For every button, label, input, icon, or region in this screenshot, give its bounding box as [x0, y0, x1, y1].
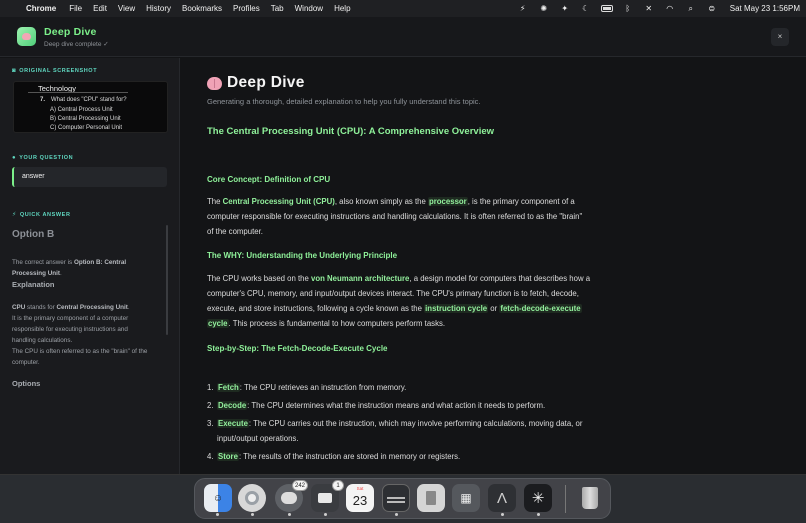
messages-badge: 242	[291, 480, 308, 491]
menu-app-chrome[interactable]: Chrome	[26, 4, 56, 13]
quick-answer-panel[interactable]: Option B The correct answer is Option B:…	[12, 221, 168, 471]
menu-view[interactable]: View	[118, 4, 135, 13]
quick-answer-summary: The correct answer is Option B: Central …	[12, 259, 127, 277]
page-title: Deep Dive	[207, 74, 305, 92]
bluetooth-icon[interactable]: ᛒ	[622, 4, 634, 14]
page-subtitle: Generating a thorough, detailed explanat…	[207, 97, 481, 106]
arc-icon[interactable]: Λ	[488, 484, 516, 512]
your-question-field[interactable]: answer	[12, 167, 167, 187]
quick-answer-scrollbar[interactable]	[166, 225, 168, 335]
brain-icon	[207, 76, 222, 90]
dock-separator	[565, 485, 566, 513]
wifi-icon[interactable]: ◠	[664, 4, 676, 14]
mute-icon[interactable]: ✕	[643, 4, 655, 14]
explanation-line-1: CPU stands for Central Processing Unit.	[12, 304, 130, 311]
original-screenshot-thumbnail[interactable]: Technology 7. What does "CPU" stand for? …	[13, 81, 168, 133]
notes-icon[interactable]	[382, 484, 410, 512]
section-label-screenshot: ◙ ORIGINAL SCREENSHOT	[12, 68, 98, 74]
explanation-line-3: The CPU is often referred to as the "bra…	[12, 348, 148, 366]
menu-history[interactable]: History	[146, 4, 171, 13]
messages-running-dot	[288, 513, 291, 516]
core-concept-paragraph: The Central Processing Unit (CPU), also …	[207, 197, 583, 236]
perplexity-icon[interactable]: ✳	[524, 484, 552, 512]
menu-edit[interactable]: Edit	[93, 4, 107, 13]
menu-help[interactable]: Help	[334, 4, 350, 13]
document-icon[interactable]	[417, 484, 445, 512]
facetime-icon[interactable]: 1	[311, 480, 344, 512]
why-paragraph: The CPU works based on the von Neumann a…	[207, 274, 591, 328]
battery-icon[interactable]	[600, 4, 613, 14]
finder-running-dot	[216, 513, 219, 516]
app-window: Deep Dive Deep dive complete ✓ × ◙ ORIGI…	[0, 17, 806, 475]
messages-icon[interactable]: 242	[275, 480, 308, 512]
menu-bar: Chrome File Edit View History Bookmarks …	[0, 0, 806, 17]
screenshot-option-c: C) Computer Personal Unit	[50, 125, 123, 131]
calendar-icon[interactable]: Sat 23	[346, 484, 374, 512]
explanation-line-2: It is the primary component of a compute…	[12, 315, 129, 344]
chrome-icon[interactable]	[238, 484, 266, 512]
perplexity-running-dot	[537, 513, 540, 516]
facetime-badge: 1	[332, 480, 344, 491]
core-concept-heading: Core Concept: Definition of CPU	[207, 175, 331, 184]
deep-dive-content[interactable]: Deep Dive Generating a thorough, detaile…	[181, 58, 806, 474]
why-heading: The WHY: Understanding the Underlying Pr…	[207, 251, 398, 260]
screenshot-option-a: A) Central Process Unit	[50, 107, 113, 113]
explanation-heading: Explanation	[12, 280, 55, 289]
app-logo-icon	[17, 27, 36, 46]
screenshot-question: 7. What does "CPU" stand for?	[40, 97, 127, 103]
brightness-icon[interactable]: ✺	[538, 4, 550, 14]
chat-bubble-icon: ●	[12, 155, 17, 161]
facetime-running-dot	[324, 513, 327, 516]
camera-icon: ◙	[12, 68, 17, 74]
finder-icon[interactable]: ☺	[204, 484, 232, 512]
menu-profiles[interactable]: Profiles	[233, 4, 260, 13]
dock: ☺ 242 1 Sat 23 ▦ Λ ✳	[194, 478, 611, 519]
moon-icon[interactable]: ☾	[580, 4, 592, 14]
status-area: ⚡ ✺ ✦ ☾ ᛒ ✕ ◠ ⌕ ⊜ Sat May 23 1:56PM	[508, 4, 800, 14]
chrome-running-dot	[251, 513, 254, 516]
menu-clock[interactable]: Sat May 23 1:56PM	[730, 4, 800, 13]
menu-window[interactable]: Window	[295, 4, 323, 13]
lightning-icon: ⚡	[12, 212, 17, 218]
menu-file[interactable]: File	[69, 4, 82, 13]
notes-running-dot	[395, 513, 398, 516]
window-header: Deep Dive Deep dive complete ✓ ×	[0, 17, 806, 57]
control-center-icon[interactable]: ⊜	[706, 4, 718, 14]
search-icon[interactable]: ⌕	[685, 4, 697, 14]
trash-icon[interactable]	[576, 484, 604, 512]
steps-heading: Step-by-Step: The Fetch-Decode-Execute C…	[207, 344, 388, 353]
section-label-quick-answer: ⚡ QUICK ANSWER	[12, 211, 71, 219]
menu-tab[interactable]: Tab	[271, 4, 284, 13]
menu-bookmarks[interactable]: Bookmarks	[182, 4, 222, 13]
sparkle-icon[interactable]: ✦	[559, 4, 571, 14]
section-label-question: ● YOUR QUESTION	[12, 155, 74, 161]
header-title: Deep Dive	[44, 25, 97, 38]
bolt-icon[interactable]: ⚡	[517, 4, 529, 14]
calculator-icon[interactable]: ▦	[452, 484, 480, 512]
arc-running-dot	[501, 513, 504, 516]
options-heading: Options	[12, 379, 41, 388]
close-button[interactable]: ×	[771, 27, 789, 46]
header-status: Deep dive complete ✓	[44, 40, 109, 48]
left-panel: ◙ ORIGINAL SCREENSHOT Technology 7. What …	[0, 58, 180, 474]
screenshot-option-b: B) Central Processing Unit	[50, 116, 121, 122]
screenshot-divider	[28, 92, 128, 93]
overview-heading: The Central Processing Unit (CPU): A Com…	[207, 126, 495, 137]
quick-answer-option: Option B	[12, 229, 55, 240]
